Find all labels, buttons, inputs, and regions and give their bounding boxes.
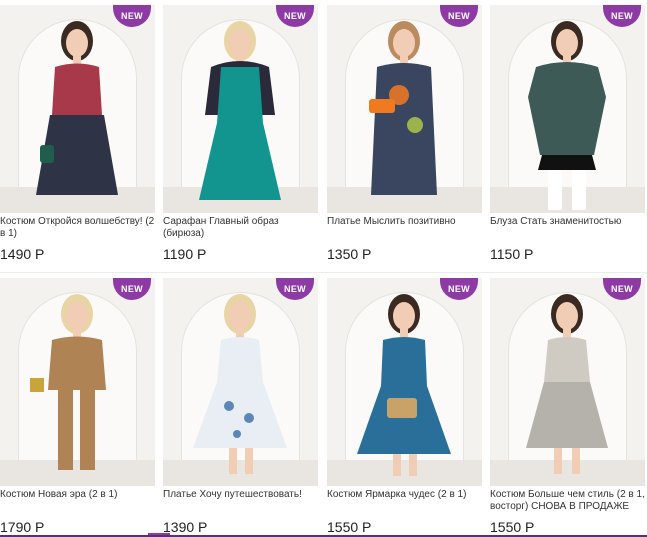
product-image[interactable]: NEW	[163, 278, 318, 486]
product-name[interactable]: Сарафан Главный образ (бирюза)	[163, 216, 318, 242]
product-name[interactable]: Костюм Ярмарка чудес (2 в 1)	[327, 489, 482, 515]
product-name[interactable]: Костюм Больше чем стиль (2 в 1, восторг)…	[490, 489, 645, 515]
product-card[interactable]: NEW Костюм Откройся волшебству! (2 в 1) 14…	[0, 5, 155, 262]
product-image[interactable]: NEW	[0, 5, 155, 213]
product-price: 1150 Р	[490, 246, 534, 262]
product-name[interactable]: Платье Хочу путешествовать!	[163, 489, 318, 515]
product-image[interactable]: NEW	[163, 5, 318, 213]
product-image[interactable]: NEW	[327, 278, 482, 486]
product-card[interactable]: NEW Блуза Стать знаменитостью 1150 Р	[490, 5, 645, 262]
product-name[interactable]: Платье Мыслить позитивно	[327, 216, 482, 242]
product-card[interactable]: NEW Костюм Новая эра (2 в 1) 1790 Р	[0, 278, 155, 535]
product-image[interactable]: NEW	[490, 5, 645, 213]
product-name[interactable]: Блуза Стать знаменитостью	[490, 216, 645, 242]
product-price: 1550 Р	[327, 519, 372, 535]
product-grid: NEW Костюм Откройся волшебству! (2 в 1) 14…	[0, 0, 647, 537]
product-price: 1190 Р	[163, 246, 207, 262]
product-price: 1550 Р	[490, 519, 535, 535]
product-price: 1390 Р	[163, 519, 208, 535]
product-card[interactable]: NEW Костюм Ярмарка чудес (2 в 1) 1550 Р	[327, 278, 482, 535]
product-price: 1790 Р	[0, 519, 45, 535]
product-card[interactable]: NEW Сарафан Главный образ (бирюза) 1190 Р	[163, 5, 318, 262]
product-card[interactable]: NEW Костюм Больше чем стиль (2 в 1, восто…	[490, 278, 645, 535]
product-name[interactable]: Костюм Откройся волшебству! (2 в 1)	[0, 216, 155, 242]
product-image[interactable]: NEW	[0, 278, 155, 486]
product-card[interactable]: NEW Платье Мыслить позитивно 1350 Р	[327, 5, 482, 262]
product-price: 1490 Р	[0, 246, 45, 262]
product-name[interactable]: Костюм Новая эра (2 в 1)	[0, 489, 155, 515]
product-image[interactable]: NEW	[490, 278, 645, 486]
row-divider	[0, 272, 647, 273]
product-price: 1350 Р	[327, 246, 372, 262]
product-card[interactable]: NEW Платье Хочу путешествовать! 1390 Р	[163, 278, 318, 535]
product-image[interactable]: NEW	[327, 5, 482, 213]
